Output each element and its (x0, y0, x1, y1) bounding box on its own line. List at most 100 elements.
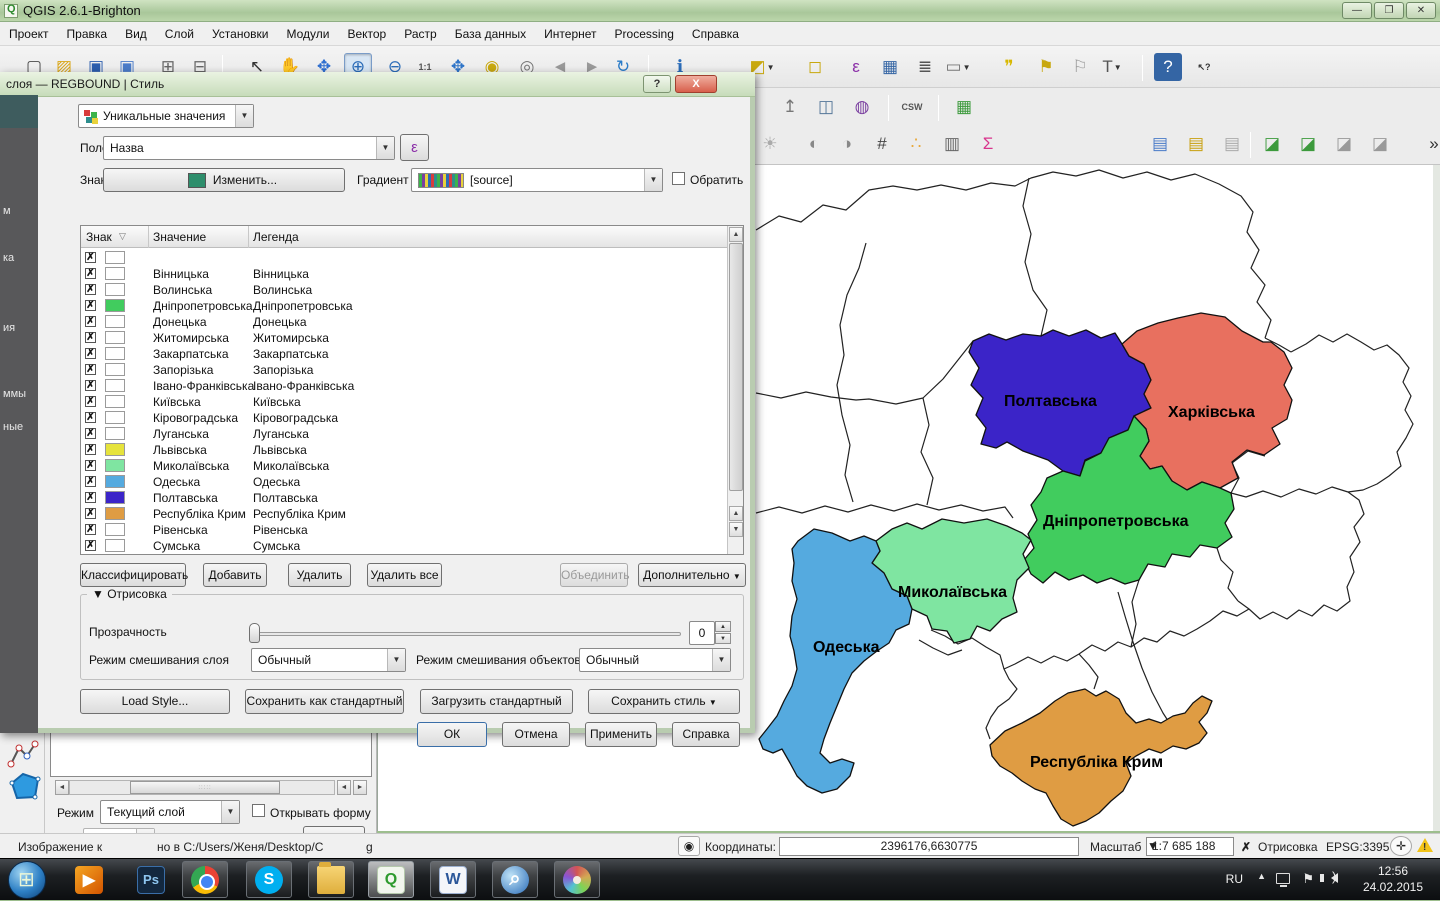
menu-8[interactable]: База данных (446, 23, 535, 45)
db-manager-icon[interactable]: ◍ (848, 93, 876, 121)
row-checkbox[interactable]: ✗ (85, 476, 96, 487)
dialog-close-icon[interactable]: X (675, 75, 717, 93)
contrast-decrease-icon[interactable]: ◑ (833, 130, 861, 158)
row-color-swatch[interactable] (105, 411, 125, 424)
scroll-down-icon[interactable]: ▼ (729, 522, 743, 537)
attribute-table-icon[interactable]: ▦ (876, 53, 904, 81)
histogram-stretch-icon[interactable]: ▥ (938, 130, 966, 158)
row-checkbox[interactable]: ✗ (85, 348, 96, 359)
table-row[interactable]: ✗ДніпропетровськаДніпропетровська (81, 298, 727, 314)
polygon-layer-icon[interactable] (9, 771, 41, 801)
taskbar-app-search[interactable]: ⌕ (492, 861, 538, 898)
row-color-swatch[interactable] (105, 299, 125, 312)
scrollbar-thumb[interactable] (729, 243, 743, 491)
raster-upload-icon[interactable]: ↥ (776, 93, 804, 121)
hscroll-left2-icon[interactable]: ◄ (337, 780, 351, 795)
messages-warning-icon[interactable] (1414, 836, 1436, 856)
col-symbol[interactable]: Знак (86, 230, 112, 244)
table-row[interactable]: ✗МиколаївськаМиколаївська (81, 458, 727, 474)
menu-7[interactable]: Растр (395, 23, 445, 45)
text-annotation-icon[interactable]: T▼ (1098, 53, 1126, 81)
menu-10[interactable]: Processing (606, 23, 683, 45)
advanced-button[interactable]: Дополнительно ▼ (638, 563, 746, 587)
raster-tool-3-icon[interactable]: ▤ (1218, 130, 1246, 158)
remove-button[interactable]: Удалить (288, 563, 351, 587)
row-color-swatch[interactable] (105, 331, 125, 344)
row-checkbox[interactable]: ✗ (85, 252, 96, 263)
show-bookmarks-icon[interactable]: ⚐ (1066, 53, 1094, 81)
row-color-swatch[interactable] (105, 491, 125, 504)
raster-tool-1-icon[interactable]: ▤ (1146, 130, 1174, 158)
row-color-swatch[interactable] (105, 251, 125, 264)
raster-grid-icon[interactable]: # (868, 130, 896, 158)
field-calculator-icon[interactable]: ≣ (911, 53, 939, 81)
table-row[interactable]: ✗ПолтавськаПолтавська (81, 490, 727, 506)
row-checkbox[interactable]: ✗ (85, 396, 96, 407)
volume-icon[interactable] (1331, 873, 1338, 883)
menu-5[interactable]: Модули (277, 23, 338, 45)
raster-points-icon[interactable]: ∴ (902, 130, 930, 158)
remove-all-button[interactable]: Удалить все (367, 563, 442, 587)
epsg-code[interactable]: EPSG:3395 (1326, 840, 1389, 854)
row-checkbox[interactable]: ✗ (85, 316, 96, 327)
hscroll-left-icon[interactable]: ◄ (55, 780, 69, 795)
row-checkbox[interactable]: ✗ (85, 444, 96, 455)
table-scrollbar[interactable]: ▲ ▲ ▼ (727, 226, 743, 554)
close-button[interactable]: ✕ (1406, 2, 1436, 19)
clock[interactable]: 12:56 24.02.2015 (1354, 863, 1432, 895)
identify-list[interactable] (50, 733, 372, 777)
language-indicator[interactable]: RU (1226, 872, 1243, 886)
table-row[interactable]: ✗ВолинськаВолинська (81, 282, 727, 298)
classes-table[interactable]: Знак ▽ Значение Легенда ✗✗ВінницькаВінни… (80, 225, 744, 555)
row-checkbox[interactable]: ✗ (85, 380, 96, 391)
menu-3[interactable]: Слой (156, 23, 203, 45)
invert-checkbox[interactable] (672, 172, 685, 185)
table-row[interactable]: ✗КіровоградськаКіровоградська (81, 410, 727, 426)
table-row[interactable]: ✗ВінницькаВінницька (81, 266, 727, 282)
csw-catalog-icon[interactable]: CSW (898, 93, 926, 121)
row-checkbox[interactable]: ✗ (85, 428, 96, 439)
col-value[interactable]: Значение (153, 230, 206, 244)
measure-icon[interactable]: ▭▼ (944, 53, 972, 81)
whats-this-icon[interactable]: ↖? (1190, 53, 1218, 81)
row-color-swatch[interactable] (105, 363, 125, 376)
row-checkbox[interactable]: ✗ (85, 268, 96, 279)
spin-up-icon[interactable]: ▲ (715, 621, 731, 632)
menu-11[interactable]: Справка (683, 23, 748, 45)
minimize-button[interactable]: — (1342, 2, 1372, 19)
import-vector-db-icon[interactable]: ◫ (812, 93, 840, 121)
table-row[interactable]: ✗Івано-ФранківськаІвано-Франківська (81, 378, 727, 394)
row-checkbox[interactable]: ✗ (85, 300, 96, 311)
raster-brightness-icon[interactable]: ☀ (756, 130, 784, 158)
table-row[interactable]: ✗ДонецькаДонецька (81, 314, 727, 330)
row-checkbox[interactable]: ✗ (85, 524, 96, 535)
crs-globe-icon[interactable]: ✛ (1390, 836, 1412, 856)
table-row[interactable]: ✗КиївськаКиївська (81, 394, 727, 410)
map-region[interactable] (1122, 313, 1292, 490)
ok-button[interactable]: ОК (417, 722, 487, 747)
scroll-up2-icon[interactable]: ▲ (729, 506, 743, 521)
chevron-down-icon[interactable]: ▼ (376, 137, 394, 159)
row-color-swatch[interactable] (105, 267, 125, 280)
hscroll-thumb[interactable]: ::::: (130, 781, 280, 794)
change-symbol-button[interactable]: Изменить... (103, 168, 345, 192)
chevron-down-icon[interactable]: ▼ (644, 169, 662, 191)
tray-expand-icon[interactable]: ▲ (1257, 871, 1266, 881)
vector-tool-4-icon[interactable]: ◪ (1366, 130, 1394, 158)
table-row[interactable]: ✗ЛьвівськаЛьвівська (81, 442, 727, 458)
row-color-swatch[interactable] (105, 523, 125, 536)
row-color-swatch[interactable] (105, 347, 125, 360)
table-row[interactable]: ✗ (81, 250, 727, 266)
field-combo[interactable]: Назва ▼ (103, 136, 395, 160)
row-checkbox[interactable]: ✗ (85, 460, 96, 471)
statistics-sum-icon[interactable]: Σ (974, 130, 1002, 158)
select-by-expression-icon[interactable]: ε (842, 53, 870, 81)
row-color-swatch[interactable] (105, 459, 125, 472)
menu-6[interactable]: Вектор (338, 23, 395, 45)
classify-button[interactable]: Классифицировать (80, 563, 186, 587)
taskbar-app-chrome[interactable] (182, 861, 228, 898)
table-row[interactable]: ✗ЗакарпатськаЗакарпатська (81, 346, 727, 362)
save-default-button[interactable]: Сохранить как стандартный (245, 689, 404, 714)
row-color-swatch[interactable] (105, 507, 125, 520)
table-row[interactable]: ✗Республіка КримРеспубліка Крим (81, 506, 727, 522)
